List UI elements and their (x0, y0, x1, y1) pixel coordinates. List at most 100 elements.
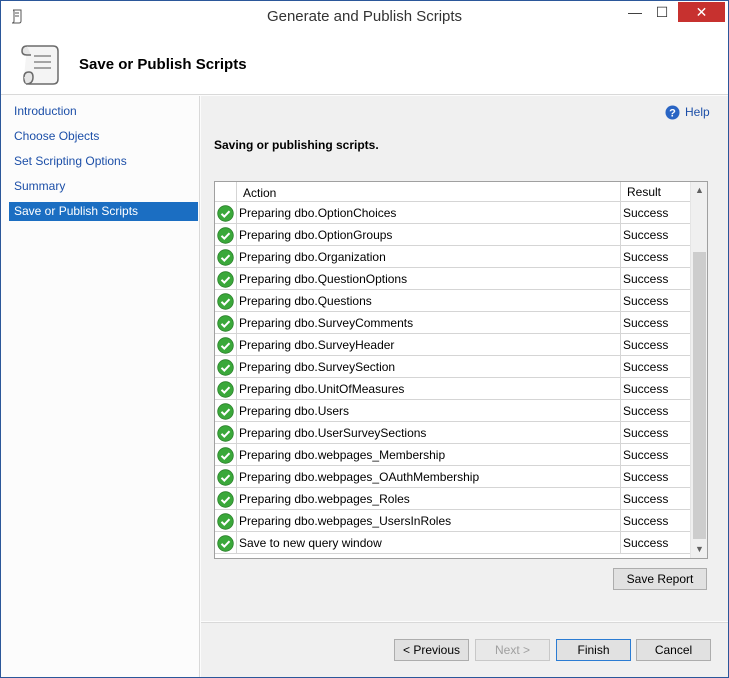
success-check-icon (217, 425, 234, 442)
minimize-button[interactable]: — (622, 2, 648, 22)
row-action: Preparing dbo.UnitOfMeasures (239, 382, 405, 396)
table-row[interactable]: Preparing dbo.webpages_Membership Succes… (215, 444, 690, 466)
row-action: Preparing dbo.Questions (239, 294, 372, 308)
table-row[interactable]: Preparing dbo.QuestionOptions Success (215, 268, 690, 290)
status-icon-cell (215, 202, 237, 224)
row-result: Success (620, 400, 690, 422)
row-action: Preparing dbo.webpages_Membership (239, 448, 446, 462)
table-row[interactable]: Preparing dbo.SurveyHeader Success (215, 334, 690, 356)
window-title: Generate and Publish Scripts (266, 8, 463, 25)
status-icon-cell (215, 422, 237, 444)
row-result: Success (620, 290, 690, 312)
page-title: Save or Publish Scripts (79, 56, 247, 73)
maximize-button[interactable]: ☐ (649, 2, 675, 22)
save-report-button[interactable]: Save Report (613, 568, 707, 590)
cancel-button[interactable]: Cancel (636, 639, 711, 661)
success-check-icon (217, 271, 234, 288)
scroll-thumb[interactable] (693, 252, 706, 539)
status-icon-cell (215, 510, 237, 532)
row-action: Preparing dbo.UserSurveySections (239, 426, 427, 440)
row-result: Success (620, 356, 690, 378)
success-check-icon (217, 205, 234, 222)
grid-header: Action Result (215, 182, 690, 202)
row-action: Preparing dbo.SurveySection (239, 360, 396, 374)
table-row[interactable]: Preparing dbo.Users Success (215, 400, 690, 422)
success-check-icon (217, 513, 234, 530)
help-label: Help (685, 105, 710, 119)
row-action: Preparing dbo.Organization (239, 250, 386, 264)
success-check-icon (217, 381, 234, 398)
result-column-header[interactable]: Result (620, 182, 690, 202)
sidebar-item-summary[interactable]: Summary (9, 177, 198, 196)
row-result: Success (620, 422, 690, 444)
row-result: Success (620, 378, 690, 400)
success-check-icon (217, 359, 234, 376)
finish-button[interactable]: Finish (556, 639, 631, 661)
sidebar-item-set-scripting-options[interactable]: Set Scripting Options (9, 152, 198, 171)
table-row[interactable]: Preparing dbo.webpages_OAuthMembership S… (215, 466, 690, 488)
row-result: Success (620, 246, 690, 268)
status-icon-cell (215, 290, 237, 312)
action-column-header[interactable]: Action (243, 186, 276, 200)
table-row[interactable]: Preparing dbo.Organization Success (215, 246, 690, 268)
results-grid[interactable]: Action Result Preparing dbo.OptionChoice… (214, 181, 708, 559)
wizard-header: Save or Publish Scripts (1, 32, 728, 95)
help-icon: ? (665, 105, 680, 120)
sidebar-item-choose-objects[interactable]: Choose Objects (9, 127, 198, 146)
row-result: Success (620, 268, 690, 290)
table-row[interactable]: Preparing dbo.SurveyComments Success (215, 312, 690, 334)
status-icon-cell (215, 246, 237, 268)
status-icon-cell (215, 532, 237, 554)
svg-text:?: ? (669, 108, 676, 120)
table-row[interactable]: Preparing dbo.UnitOfMeasures Success (215, 378, 690, 400)
table-row[interactable]: Preparing dbo.webpages_Roles Success (215, 488, 690, 510)
success-check-icon (217, 535, 234, 552)
status-icon-cell (215, 488, 237, 510)
section-title: Saving or publishing scripts. (214, 138, 379, 152)
row-action: Preparing dbo.SurveyComments (239, 316, 414, 330)
success-check-icon (217, 469, 234, 486)
previous-button[interactable]: < Previous (394, 639, 469, 661)
table-row[interactable]: Preparing dbo.Questions Success (215, 290, 690, 312)
next-button[interactable]: Next > (475, 639, 550, 661)
title-bar[interactable]: Generate and Publish Scripts — ☐ ✕ (1, 1, 728, 32)
row-action: Preparing dbo.OptionChoices (239, 206, 397, 220)
row-action: Preparing dbo.QuestionOptions (239, 272, 408, 286)
dialog-window: Generate and Publish Scripts — ☐ ✕ Save … (0, 0, 729, 678)
row-action: Preparing dbo.Users (239, 404, 350, 418)
scroll-icon (21, 45, 59, 85)
status-icon-cell (215, 224, 237, 246)
grid-rows: Preparing dbo.OptionChoices Success Prep… (215, 202, 690, 554)
status-icon-cell (215, 400, 237, 422)
success-check-icon (217, 293, 234, 310)
table-row[interactable]: Save to new query window Success (215, 532, 690, 554)
table-row[interactable]: Preparing dbo.webpages_UsersInRoles Succ… (215, 510, 690, 532)
sidebar-item-introduction[interactable]: Introduction (9, 102, 198, 121)
status-icon-cell (215, 466, 237, 488)
vertical-scrollbar[interactable]: ▲ ▼ (690, 182, 707, 558)
row-result: Success (620, 466, 690, 488)
success-check-icon (217, 249, 234, 266)
close-button[interactable]: ✕ (678, 2, 725, 22)
success-check-icon (217, 337, 234, 354)
row-result: Success (620, 312, 690, 334)
table-row[interactable]: Preparing dbo.SurveySection Success (215, 356, 690, 378)
sidebar-item-save-or-publish-scripts[interactable]: Save or Publish Scripts (9, 202, 198, 221)
main-content: ? Help Saving or publishing scripts. Act… (201, 96, 728, 621)
status-icon-cell (215, 356, 237, 378)
wizard-footer: < Previous Next > Finish Cancel (201, 622, 728, 677)
row-action: Preparing dbo.webpages_Roles (239, 492, 410, 506)
success-check-icon (217, 315, 234, 332)
row-action: Preparing dbo.OptionGroups (239, 228, 393, 242)
scroll-up-arrow-icon[interactable]: ▲ (691, 182, 708, 199)
table-row[interactable]: Preparing dbo.OptionChoices Success (215, 202, 690, 224)
status-icon-cell (215, 378, 237, 400)
table-row[interactable]: Preparing dbo.OptionGroups Success (215, 224, 690, 246)
scroll-down-arrow-icon[interactable]: ▼ (691, 541, 708, 558)
success-check-icon (217, 491, 234, 508)
wizard-sidebar: Introduction Choose Objects Set Scriptin… (1, 96, 200, 677)
table-row[interactable]: Preparing dbo.UserSurveySections Success (215, 422, 690, 444)
row-result: Success (620, 334, 690, 356)
status-icon-cell (215, 334, 237, 356)
row-result: Success (620, 224, 690, 246)
